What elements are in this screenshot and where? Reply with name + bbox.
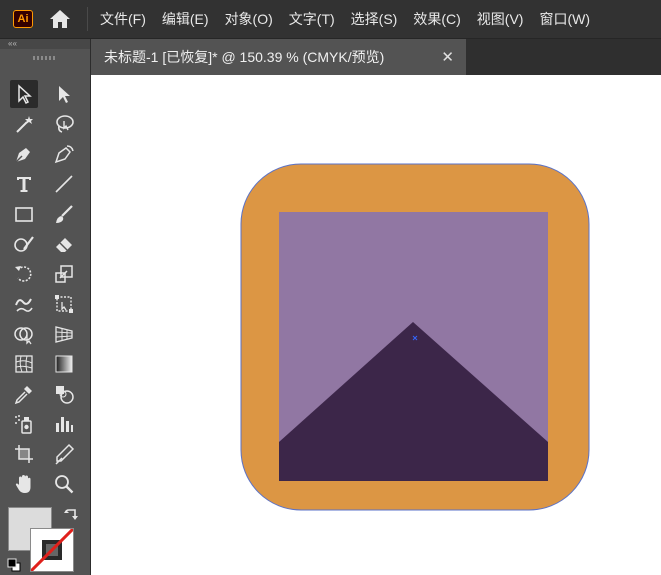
pen-tool[interactable] xyxy=(10,140,38,168)
warp-tool[interactable] xyxy=(10,290,38,318)
type-tool[interactable] xyxy=(10,170,38,198)
menu-edit[interactable]: 编辑(E) xyxy=(162,9,209,29)
document-tab[interactable]: 未标题-1 [已恢复]* @ 150.39 % (CMYK/预览) ✕ xyxy=(91,39,466,75)
shape-builder-tool-icon xyxy=(14,327,33,345)
blend-tool[interactable] xyxy=(50,380,78,408)
warp-tool-icon xyxy=(15,298,33,312)
scale-tool[interactable] xyxy=(50,260,78,288)
perspective-grid-tool[interactable] xyxy=(50,320,78,348)
free-transform-tool[interactable] xyxy=(50,290,78,318)
menu-object[interactable]: 对象(O) xyxy=(225,9,273,29)
home-button[interactable] xyxy=(47,7,73,31)
symbol-sprayer-tool[interactable] xyxy=(10,410,38,438)
paintbrush-tool[interactable] xyxy=(50,200,78,228)
selection-tool[interactable] xyxy=(10,80,38,108)
rectangle-tool[interactable] xyxy=(10,200,38,228)
fill-stroke-swatches xyxy=(6,506,86,574)
column-graph-tool[interactable] xyxy=(50,410,78,438)
app-logo: Ai xyxy=(13,10,33,28)
paintbrush-tool-icon xyxy=(56,205,73,223)
menu-view[interactable]: 视图(V) xyxy=(477,9,524,29)
menu-effect[interactable]: 效果(C) xyxy=(413,9,460,29)
shaper-tool[interactable] xyxy=(10,230,38,258)
type-tool-icon xyxy=(17,177,31,192)
eraser-tool-icon xyxy=(56,238,72,252)
symbol-sprayer-tool-icon xyxy=(15,415,32,434)
slice-tool[interactable] xyxy=(50,440,78,468)
close-icon[interactable]: ✕ xyxy=(441,48,454,66)
perspective-grid-tool-icon xyxy=(55,326,73,343)
direct-selection-tool[interactable] xyxy=(50,80,78,108)
lasso-tool[interactable] xyxy=(50,110,78,138)
slice-tool-icon xyxy=(55,443,75,465)
mesh-tool[interactable] xyxy=(10,350,38,378)
rotate-tool[interactable] xyxy=(10,260,38,288)
blend-tool-icon xyxy=(56,386,74,404)
hand-tool-icon xyxy=(15,475,31,493)
hand-tool[interactable] xyxy=(10,470,38,498)
mesh-tool-icon xyxy=(15,355,33,373)
shape-builder-tool[interactable] xyxy=(10,320,38,348)
menu-separator xyxy=(87,7,88,31)
eyedropper-tool-icon xyxy=(14,386,32,405)
eyedropper-tool[interactable] xyxy=(10,380,38,408)
menu-type[interactable]: 文字(T) xyxy=(289,9,335,29)
menu-file[interactable]: 文件(F) xyxy=(100,9,146,29)
column-graph-tool-icon xyxy=(56,417,73,432)
eraser-tool[interactable] xyxy=(50,230,78,258)
free-transform-tool-icon xyxy=(55,295,73,313)
line-segment-tool-icon xyxy=(55,175,73,193)
document-tab-bar: 未标题-1 [已恢复]* @ 150.39 % (CMYK/预览) ✕ xyxy=(91,39,661,75)
tools-panel: «« xyxy=(0,39,91,575)
menu-bar: Ai 文件(F) 编辑(E) 对象(O) 文字(T) 选择(S) 效果(C) 视… xyxy=(0,0,661,39)
magic-wand-tool[interactable] xyxy=(10,110,38,138)
artboard-canvas[interactable] xyxy=(91,75,661,575)
pen-tool-icon xyxy=(15,148,30,163)
rectangle-tool-icon xyxy=(15,207,33,222)
line-segment-tool[interactable] xyxy=(50,170,78,198)
default-colors-icon[interactable] xyxy=(7,558,21,572)
artboard-tool[interactable] xyxy=(10,440,38,468)
curvature-tool-icon xyxy=(54,145,74,164)
gradient-tool-icon xyxy=(55,355,73,373)
document-tab-title: 未标题-1 [已恢复]* @ 150.39 % (CMYK/预览) xyxy=(104,49,385,65)
zoom-tool-icon xyxy=(55,475,74,494)
stroke-none-indicator xyxy=(31,529,73,571)
home-icon xyxy=(50,10,70,28)
shaper-tool-icon xyxy=(14,236,34,252)
magic-wand-tool-icon xyxy=(16,116,33,133)
artwork xyxy=(240,163,590,511)
menu-window[interactable]: 窗口(W) xyxy=(539,9,590,29)
tools-panel-grip[interactable] xyxy=(33,56,57,60)
lasso-tool-icon xyxy=(56,115,74,133)
zoom-tool[interactable] xyxy=(50,470,78,498)
swap-arrow-icon[interactable] xyxy=(63,507,79,523)
selection-tool-icon xyxy=(18,84,32,105)
rotate-tool-icon xyxy=(15,266,32,282)
scale-tool-icon xyxy=(55,265,73,283)
artboard-tool-icon xyxy=(15,445,33,463)
menu-select[interactable]: 选择(S) xyxy=(351,9,398,29)
stroke-swatch[interactable] xyxy=(30,528,74,572)
direct-selection-tool-icon xyxy=(59,86,70,103)
tools-panel-collapse[interactable]: «« xyxy=(0,39,90,49)
curvature-tool[interactable] xyxy=(50,140,78,168)
gradient-tool[interactable] xyxy=(50,350,78,378)
